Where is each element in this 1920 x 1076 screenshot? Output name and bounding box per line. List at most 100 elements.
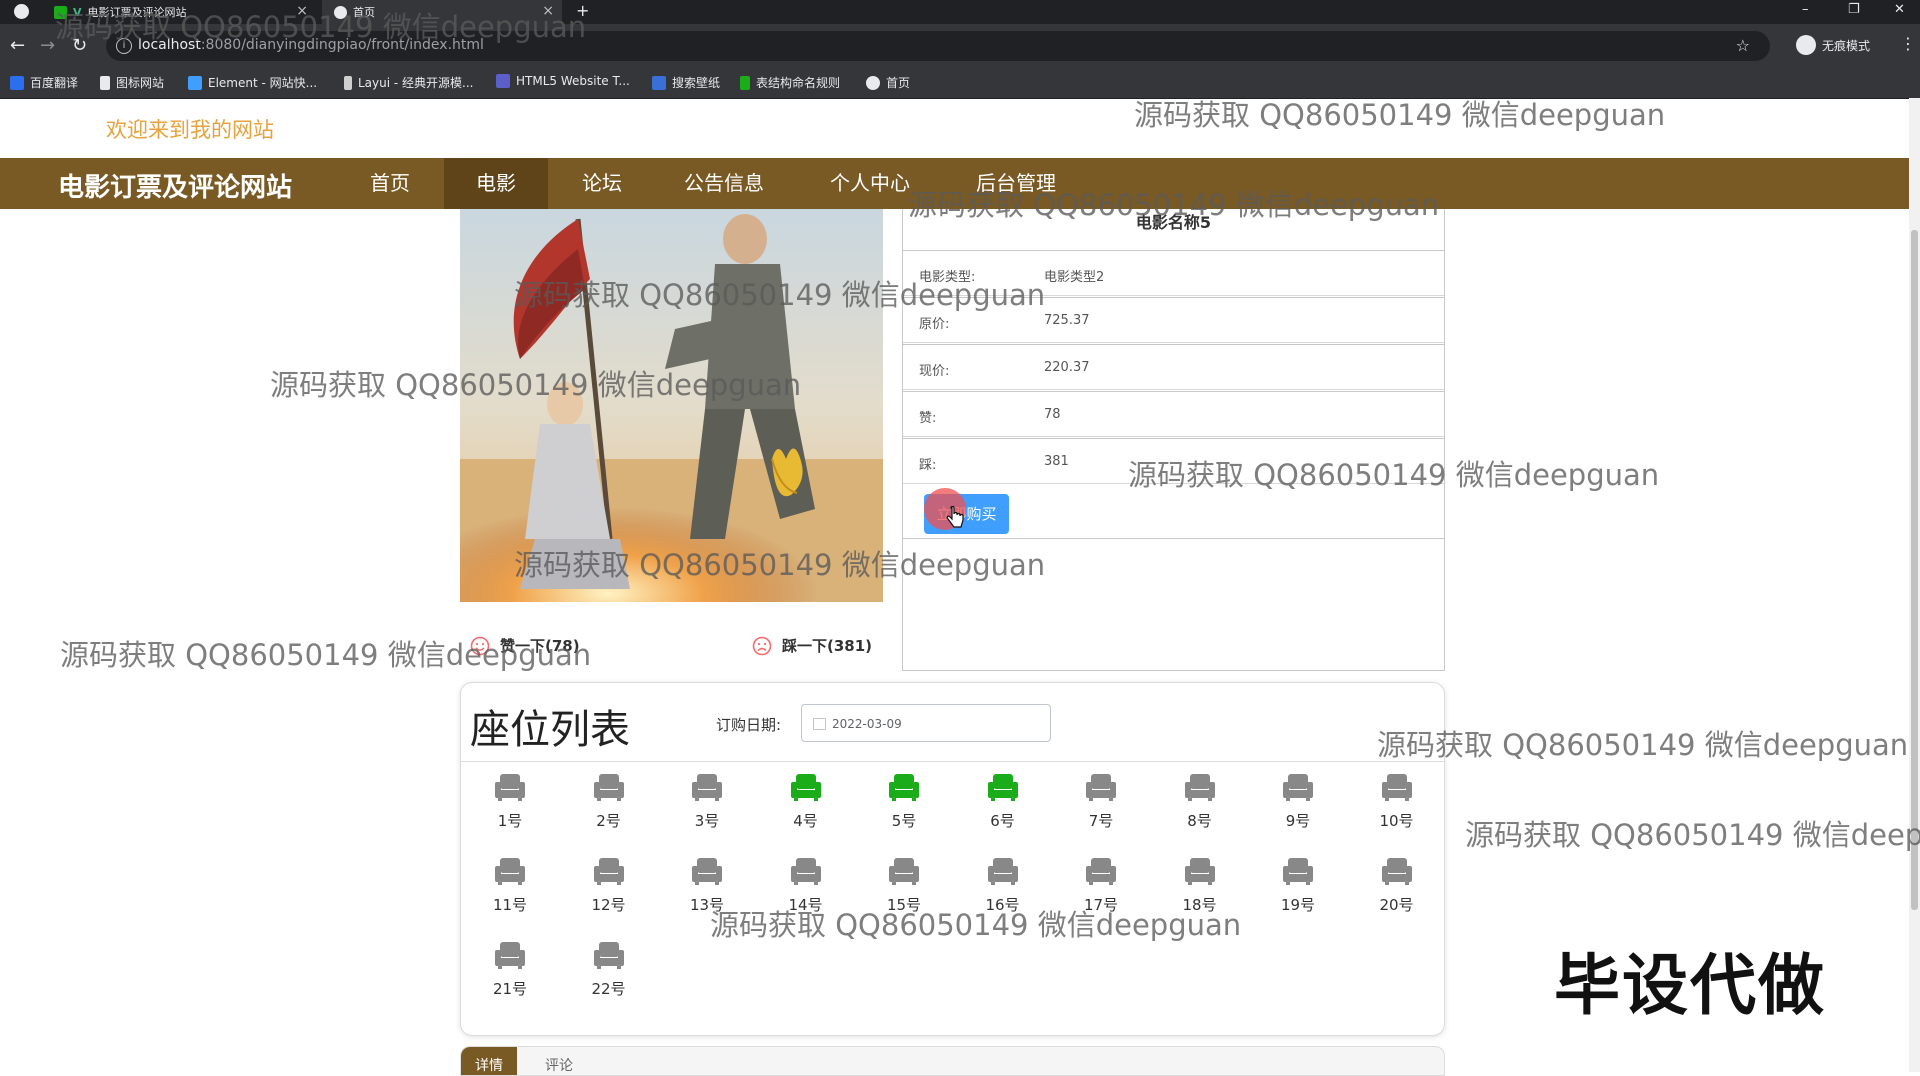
close-tab-icon[interactable]: × — [296, 3, 308, 19]
seat-18[interactable]: 18号 — [1170, 856, 1230, 915]
browser-menu-icon[interactable]: ⋮ — [1900, 34, 1916, 53]
restore-button[interactable]: ❐ — [1848, 2, 1860, 17]
bookmark-icon-site[interactable]: 图标网站 — [100, 74, 164, 91]
like-button[interactable]: 赞一下(78) — [470, 635, 580, 656]
seat-icon — [1184, 774, 1215, 801]
nav-forum[interactable]: 论坛 — [552, 158, 652, 209]
seat-number: 4号 — [793, 812, 818, 830]
seat-icon — [1086, 774, 1116, 801]
seat-21[interactable]: 21号 — [480, 940, 540, 999]
bookmark-html5-templates[interactable]: HTML5 Website T... — [496, 74, 630, 88]
seat-icon — [593, 774, 624, 801]
seat-3[interactable]: 3号 — [677, 772, 737, 831]
minimize-button[interactable]: – — [1802, 2, 1809, 17]
seat-icon — [1283, 858, 1313, 885]
dislike-button[interactable]: 踩一下(381) — [752, 635, 872, 656]
like-label: 赞一下(78) — [500, 637, 580, 655]
info-row-dislikes: 踩: 381 — [903, 438, 1444, 484]
info-label: 踩: — [919, 458, 937, 473]
nav-personal-center[interactable]: 个人中心 — [808, 158, 932, 209]
seat-12[interactable]: 12号 — [579, 856, 639, 915]
welcome-text: 欢迎来到我的网站 — [106, 118, 274, 142]
info-value: 725.37 — [1044, 313, 1090, 328]
globe-icon — [866, 75, 880, 90]
seat-1[interactable]: 1号 — [480, 772, 540, 831]
seat-15[interactable]: 15号 — [874, 856, 934, 915]
seat-14[interactable]: 14号 — [776, 856, 836, 915]
chrome-menu-icon[interactable] — [14, 4, 29, 19]
seat-icon — [1086, 858, 1116, 885]
globe-favicon-icon — [334, 5, 347, 19]
browser-tab-home[interactable]: 首页 × — [322, 0, 562, 24]
seat-5[interactable]: 5号 — [874, 772, 934, 831]
url-text: localhost:8080/dianyingdingpiao/front/in… — [138, 37, 484, 53]
seat-icon — [495, 942, 525, 969]
seat-10[interactable]: 10号 — [1367, 772, 1427, 831]
nav-movies[interactable]: 电影 — [444, 158, 548, 209]
watermark: 源码获取 QQ86050149 微信deepguan — [1377, 728, 1909, 762]
seat-icon — [1381, 774, 1412, 801]
seat-11[interactable]: 11号 — [480, 856, 540, 915]
seat-icon — [692, 774, 722, 801]
info-value: 78 — [1044, 407, 1061, 422]
bookmark-star-icon[interactable]: ☆ — [1736, 36, 1750, 55]
frown-icon — [752, 636, 772, 655]
bookmark-layui[interactable]: Layui - 经典开源模... — [344, 74, 473, 91]
dislike-label: 踩一下(381) — [782, 637, 873, 655]
site-info-icon[interactable]: i — [116, 38, 132, 54]
bookmark-home[interactable]: 首页 — [866, 74, 910, 91]
bookmark-table-naming[interactable]: 表结构命名规则 — [740, 74, 840, 91]
nav-announcements[interactable]: 公告信息 — [664, 158, 784, 209]
seat-number: 7号 — [1088, 812, 1114, 830]
seat-number: 15号 — [886, 896, 922, 914]
seat-6[interactable]: 6号 — [973, 772, 1033, 831]
close-tab-icon[interactable]: × — [542, 3, 554, 19]
new-tab-button[interactable]: + — [576, 1, 589, 20]
seat-17[interactable]: 17号 — [1071, 856, 1131, 915]
bookmark-element[interactable]: Element - 网站快... — [188, 74, 317, 91]
seat-7[interactable]: 7号 — [1071, 772, 1131, 831]
back-arrow-icon[interactable]: ← — [10, 34, 25, 58]
seat-icon — [790, 858, 821, 885]
seat-8[interactable]: 8号 — [1170, 772, 1230, 831]
hand-cursor-icon — [946, 506, 964, 528]
buy-row: 立即购买 — [903, 487, 1444, 539]
seat-icon — [1381, 858, 1412, 885]
seat-icon — [987, 774, 1018, 801]
seat-13[interactable]: 13号 — [677, 856, 737, 915]
seat-number: 5号 — [891, 812, 917, 830]
info-value: 电影类型2 — [1044, 270, 1105, 285]
movie-poster — [460, 209, 883, 602]
nav-admin[interactable]: 后台管理 — [954, 158, 1078, 209]
seat-2[interactable]: 2号 — [579, 772, 639, 831]
reload-icon[interactable]: ↻ — [72, 34, 87, 58]
element-icon — [188, 75, 202, 90]
seat-divider — [461, 761, 1444, 762]
forward-arrow-icon[interactable]: → — [40, 34, 55, 58]
seat-icon — [889, 858, 919, 885]
wallpaper-icon — [652, 75, 666, 90]
html5-icon — [496, 74, 510, 88]
seat-20[interactable]: 20号 — [1367, 856, 1427, 915]
order-date-input[interactable]: 2022-03-09 — [801, 704, 1051, 742]
v-favicon-icon: V — [73, 5, 82, 19]
close-window-button[interactable]: ✕ — [1894, 2, 1905, 17]
address-bar[interactable]: i localhost:8080/dianyingdingpiao/front/… — [106, 31, 1770, 61]
seat-19[interactable]: 19号 — [1268, 856, 1328, 915]
seat-4[interactable]: 4号 — [776, 772, 836, 831]
seat-number: 8号 — [1187, 812, 1212, 830]
nav-home[interactable]: 首页 — [340, 158, 440, 209]
browser-tab-site[interactable]: V 电影订票及评论网站 × — [46, 0, 316, 24]
seat-icon — [593, 942, 624, 969]
layui-icon — [344, 75, 352, 90]
seat-16[interactable]: 16号 — [973, 856, 1033, 915]
seat-22[interactable]: 22号 — [579, 940, 639, 999]
scrollbar-thumb[interactable] — [1911, 230, 1918, 910]
seat-9[interactable]: 9号 — [1268, 772, 1328, 831]
seat-number: 9号 — [1285, 812, 1311, 830]
seat-icon — [495, 774, 525, 801]
bookmark-baidu-translate[interactable]: 百度翻译 — [10, 74, 78, 91]
promo-stamp: 毕设代做 — [1554, 947, 1826, 1024]
incognito-profile-button[interactable]: 无痕模式 — [1796, 35, 1870, 55]
bookmark-wallpapers[interactable]: 搜索壁纸 — [652, 74, 720, 91]
